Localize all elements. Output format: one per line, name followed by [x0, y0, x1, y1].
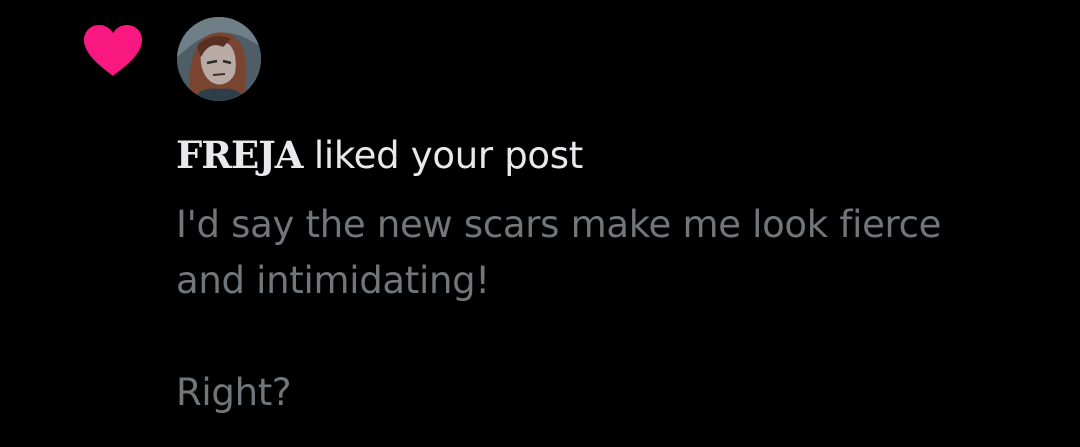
- heart-icon: [82, 24, 144, 78]
- notification-headline: FREJA liked your post: [176, 132, 583, 179]
- username-link[interactable]: FREJA: [176, 133, 303, 177]
- post-line: and intimidating!: [176, 259, 490, 302]
- like-notification[interactable]: FREJA liked your post I'd say the new sc…: [0, 0, 1080, 447]
- post-excerpt[interactable]: I'd say the new scars make me look fierc…: [176, 197, 1056, 421]
- post-line: I'd say the new scars make me look fierc…: [176, 203, 942, 246]
- user-avatar[interactable]: [177, 17, 261, 101]
- post-line: Right?: [176, 371, 292, 414]
- action-text: liked your post: [313, 134, 583, 177]
